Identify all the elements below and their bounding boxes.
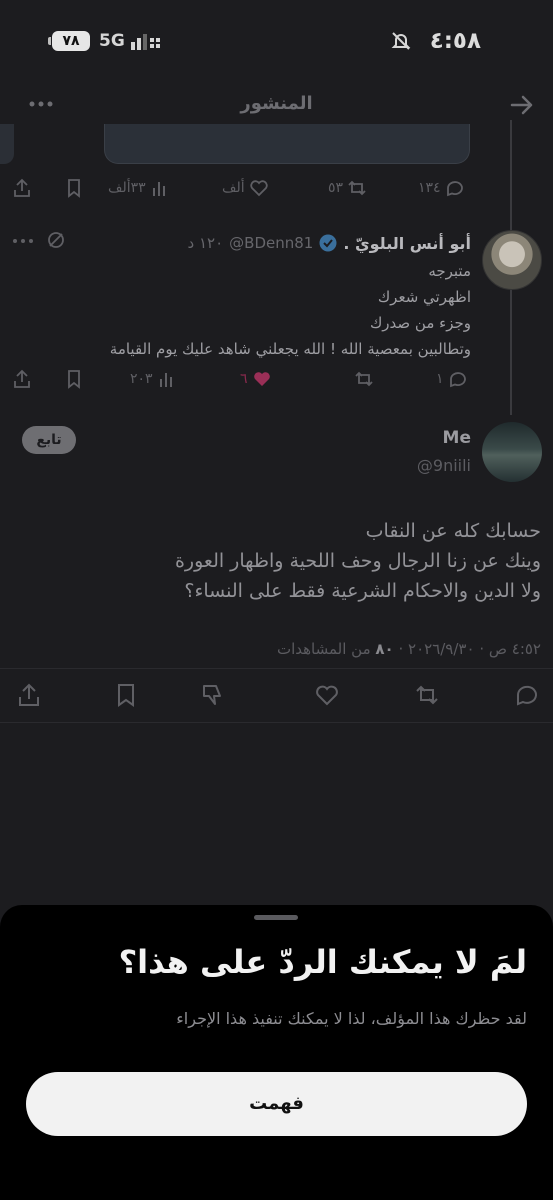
dislike-icon[interactable] <box>200 682 226 708</box>
views-count: ٣٣ألف <box>108 180 146 196</box>
share-button[interactable] <box>12 173 32 203</box>
mute-bell-icon <box>391 32 411 50</box>
back-arrow-icon[interactable] <box>509 92 535 118</box>
tweet-line: حسابك كله عن النقاب <box>365 520 541 542</box>
clock: ٤:٥٨ <box>429 28 481 54</box>
sheet-message: لقد حظرك هذا المؤلف، لذا لا يمكنك تنفيذ … <box>176 1009 527 1028</box>
share-icon <box>14 369 30 388</box>
views-label: من المشاهدات <box>276 640 376 658</box>
reply-header: أبو أنس البلويّ . @BDenn81 ١٢٠ د <box>188 231 471 255</box>
bookmark-button[interactable] <box>64 173 84 203</box>
tweet-text: حسابك كله عن النقاب وينك عن زنا الرجال و… <box>21 516 541 606</box>
reply-button[interactable]: ١ <box>436 364 468 394</box>
blocked-reply-sheet: لمَ لا يمكنك الردّ على هذا؟ لقد حظرك هذا… <box>0 905 553 1200</box>
comment-icon[interactable] <box>514 682 540 708</box>
reply-avatar[interactable] <box>482 230 542 290</box>
reply-text: متبرجه اظهرتي شعرك وجزء من صدرك وتطالبين… <box>51 258 471 362</box>
battery-indicator: ٧٨ <box>48 31 90 51</box>
author-name[interactable]: Me <box>443 428 471 448</box>
network-type: 5G <box>99 31 125 51</box>
sheet-drag-handle[interactable] <box>254 915 298 920</box>
repost-icon[interactable] <box>414 682 440 708</box>
repost-button[interactable]: ٥٣ <box>328 173 367 203</box>
tweet-line: ولا الدين والاحكام الشرعية فقط على النسا… <box>184 580 541 602</box>
author-handle: @9niili <box>416 456 471 475</box>
views-stat[interactable]: ٢٠٣ <box>130 364 177 394</box>
got-it-button[interactable]: فهمت <box>26 1072 527 1136</box>
media-edge <box>0 124 14 164</box>
divider <box>0 722 553 723</box>
heart-filled-icon <box>253 372 270 386</box>
comment-icon <box>446 181 463 197</box>
prev-tweet-actions: ٣٣ألف ألف ٥٣ ١٣٤ <box>0 173 553 203</box>
tweet-line: وينك عن زنا الرجال وحف اللحية واظهار الع… <box>174 550 541 572</box>
reply-line: اظهرتي شعرك <box>377 288 471 306</box>
like-count: ٦ <box>240 371 248 387</box>
repost-icon <box>348 180 366 196</box>
bookmark-button[interactable] <box>64 364 84 394</box>
reply-count: ١ <box>436 371 444 387</box>
bookmark-icon <box>68 370 80 389</box>
share-icon <box>14 178 30 197</box>
like-button[interactable]: ٦ <box>240 364 272 394</box>
like-count: ألف <box>222 180 245 196</box>
bookmark-icon <box>68 179 80 198</box>
reply-line: وجزء من صدرك <box>369 314 471 332</box>
reply-handle: @BDenn81 <box>229 234 314 252</box>
tweet-timestamp: ٤:٥٢ ص · ٢٠٢٦/٩/٣٠ · <box>393 640 541 658</box>
heart-icon <box>250 180 268 197</box>
share-button[interactable] <box>12 364 32 394</box>
reply-count: ١٣٤ <box>418 180 441 196</box>
heart-icon[interactable] <box>314 682 340 708</box>
status-bar: ٧٨ 5G ٤:٥٨ <box>0 0 553 80</box>
author-avatar[interactable] <box>482 422 542 482</box>
sheet-title: لمَ لا يمكنك الردّ على هذا؟ <box>118 943 527 981</box>
reply-more-icon[interactable] <box>10 232 36 250</box>
reply-author-name[interactable]: أبو أنس البلويّ . <box>343 234 471 253</box>
bookmark-icon[interactable] <box>113 682 139 708</box>
reply-time: ١٢٠ د <box>187 234 224 252</box>
tweet-meta: ٤:٥٢ ص · ٢٠٢٦/٩/٣٠ · ٨٠ من المشاهدات <box>277 640 541 658</box>
like-button[interactable]: ألف <box>222 173 269 203</box>
verified-badge-icon <box>319 234 337 252</box>
signal-icon <box>131 34 160 50</box>
repost-button[interactable] <box>354 364 374 394</box>
views-stat[interactable]: ٣٣ألف <box>108 173 170 203</box>
grok-icon[interactable] <box>46 230 66 250</box>
share-icon[interactable] <box>16 682 42 708</box>
reply-line: متبرجه <box>428 262 471 280</box>
tweet-actions <box>0 680 553 710</box>
follow-button[interactable]: تابع <box>22 426 76 454</box>
views-icon <box>159 373 172 387</box>
divider <box>0 668 553 669</box>
repost-icon <box>355 371 373 387</box>
comment-icon <box>449 372 466 388</box>
quoted-media[interactable] <box>104 124 470 164</box>
views-count: ٢٠٣ <box>130 371 153 387</box>
reply-button[interactable]: ١٣٤ <box>418 173 465 203</box>
views-count: ٨٠ <box>375 640 394 658</box>
reply-line: وتطالبين بمعصية الله ! الله يجعلني شاهد … <box>109 340 471 358</box>
page-title: المنشور <box>240 93 313 114</box>
reply-actions: ٢٠٣ ٦ ١ <box>0 364 553 394</box>
repost-count: ٥٣ <box>328 180 344 196</box>
views-icon <box>152 182 165 196</box>
